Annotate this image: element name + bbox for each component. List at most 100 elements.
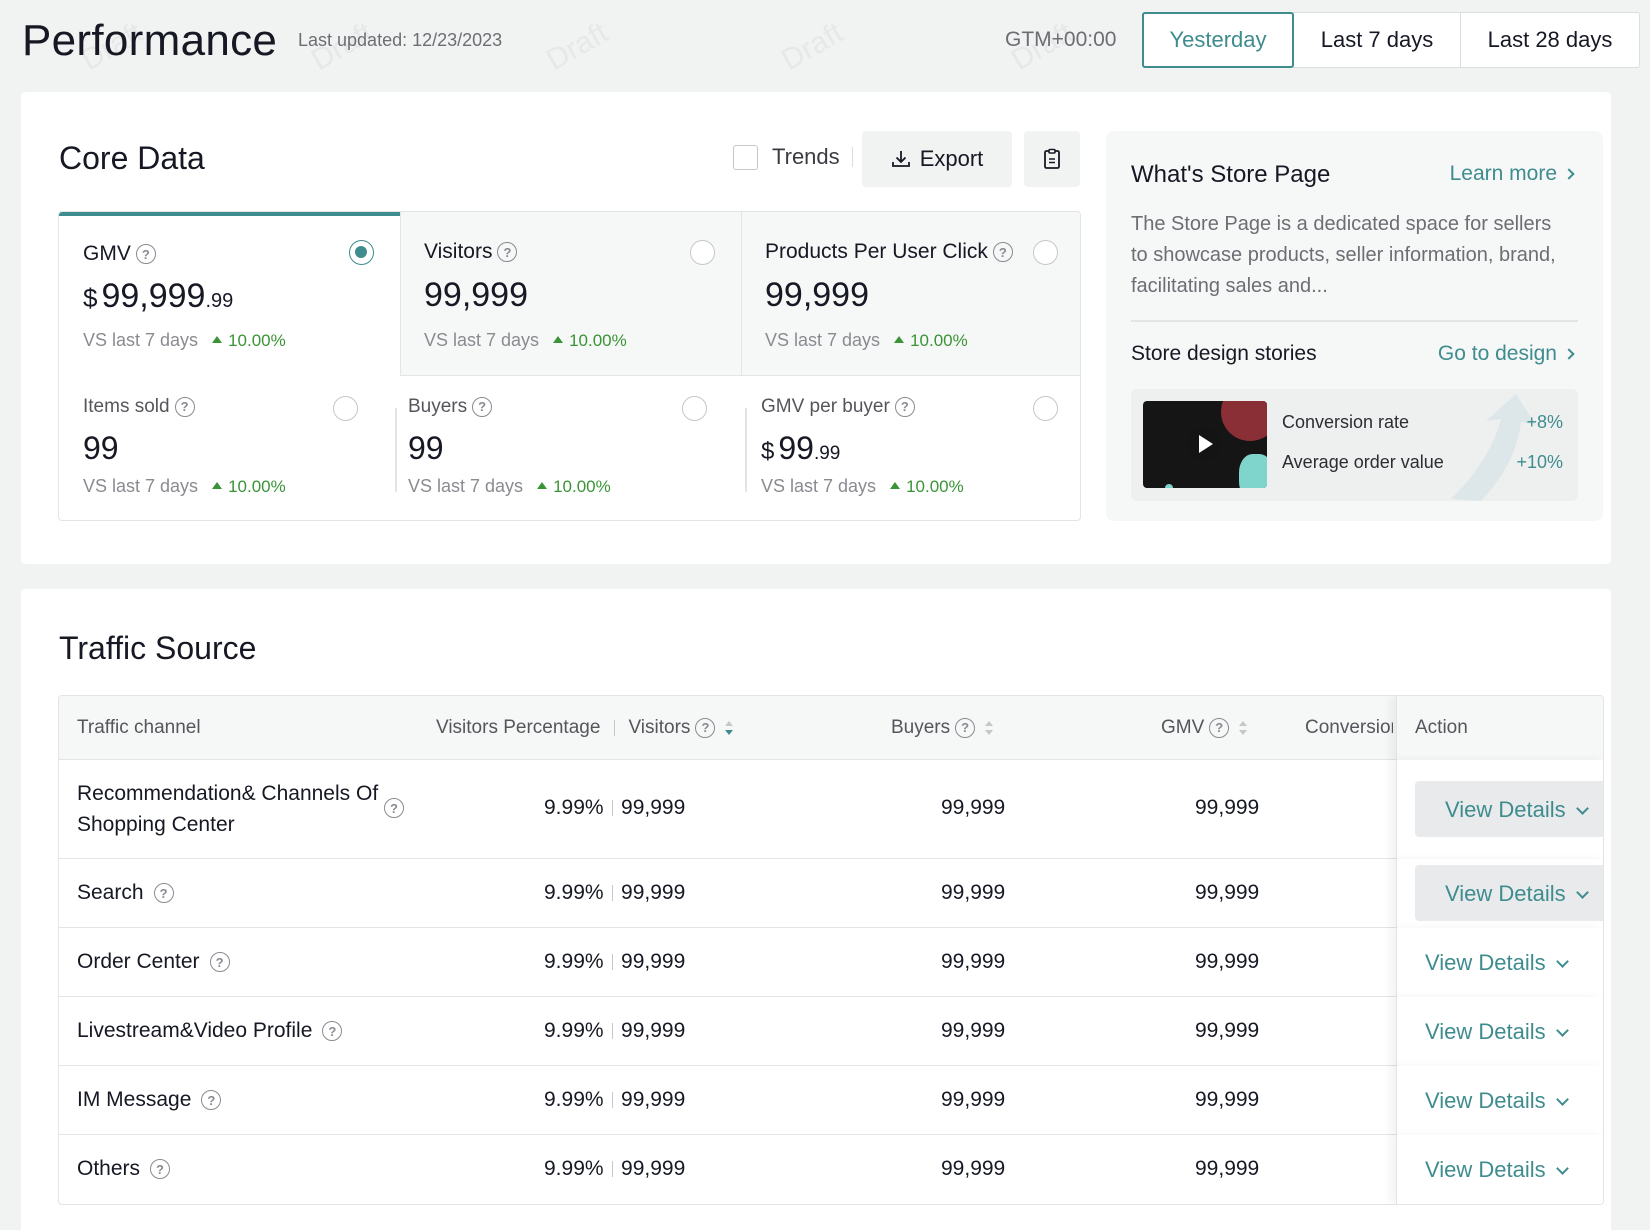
compare-label: VS last 7 days [408,476,524,496]
sort-icon[interactable] [725,720,734,736]
page-title: Performance [22,16,278,65]
view-details-button[interactable]: View Details [1415,781,1603,837]
metric-compare: VS last 7 days 10.00% [761,476,964,497]
range-tab-last-28-days[interactable]: Last 28 days [1460,12,1640,68]
metric-radio[interactable] [690,240,715,265]
arrow-up-icon [212,336,223,343]
metric-radio[interactable] [682,396,707,421]
story-card[interactable]: Conversion rate +8% Average order value … [1131,389,1578,501]
view-details-link[interactable]: View Details [1425,1157,1569,1183]
help-icon[interactable]: ? [695,717,716,738]
visitors-count: 99,999 [621,1088,686,1111]
metric-label: Products Per User Click? [765,240,1013,264]
visitors-percentage: 9.99% [544,1088,604,1111]
video-thumbnail[interactable] [1143,401,1267,488]
help-icon[interactable]: ? [153,883,174,904]
checkbox-box[interactable] [733,144,758,170]
channel-name-text: Search [77,881,144,904]
metric-radio[interactable] [1033,396,1058,421]
help-icon[interactable]: ? [201,1090,222,1111]
change-value: 10.00% [890,477,964,496]
arrow-up-icon [890,482,901,489]
help-icon[interactable]: ? [150,1159,171,1180]
visitors-cell: 9.99% 99,999 [544,796,685,820]
change-text: 10.00% [228,477,286,496]
channel-name-text: Livestream&Video Profile [77,1019,313,1042]
sort-icon[interactable] [985,720,994,736]
column-header-label: Visitors Percentage [436,717,601,738]
view-details-label: View Details [1425,950,1546,975]
help-icon[interactable]: ? [322,1021,343,1042]
metric-card-items-sold[interactable]: Items sold? 99 VS last 7 days 10.00% [59,376,400,520]
range-tab-yesterday[interactable]: Yesterday [1142,12,1294,68]
metric-card-buyers[interactable]: Buyers? 99 VS last 7 days 10.00% [400,376,741,520]
clipboard-button[interactable] [1024,131,1080,187]
help-icon[interactable]: ? [472,396,493,417]
currency-symbol: $ [83,283,98,313]
help-icon[interactable]: ? [955,717,976,738]
story-stat-label: Conversion rate [1282,412,1410,432]
metric-radio-selected[interactable] [349,240,374,265]
divider [395,408,397,492]
buyers-cell: 99,999 [941,881,1006,904]
metric-compare: VS last 7 days 10.00% [83,476,286,497]
view-details-label: View Details [1445,881,1566,906]
go-to-design-link[interactable]: Go to design [1438,342,1575,366]
metric-card-products-per-user-click[interactable]: Products Per User Click? 99,999 VS last … [741,212,1080,376]
view-details-link[interactable]: View Details [1425,950,1569,976]
metric-radio[interactable] [1033,240,1058,265]
thumbnail-shape [1221,401,1267,441]
metric-radio[interactable] [333,396,358,421]
learn-more-link[interactable]: Learn more [1450,162,1575,186]
metric-card-gmv[interactable]: GMV? $99,999.99 VS last 7 days 10.00% [59,212,400,376]
sort-icon[interactable] [1239,720,1248,736]
play-icon[interactable] [1187,427,1221,461]
help-icon[interactable]: ? [497,242,518,263]
metric-label-text: GMV [83,242,131,265]
divider [851,147,853,167]
column-header-conversion[interactable]: Conversion [1305,717,1393,739]
change-text: 10.00% [910,331,968,350]
chevron-down-icon [1555,1093,1569,1106]
metric-label-text: GMV per buyer [761,396,890,417]
divider [1131,320,1578,322]
help-icon[interactable]: ? [209,952,230,973]
column-header-buyers[interactable]: Buyers? [891,717,994,739]
buyers-cell: 99,999 [941,1157,1006,1180]
metric-card-visitors[interactable]: Visitors? 99,999 VS last 7 days 10.00% [400,212,741,376]
view-details-link[interactable]: View Details [1425,1088,1569,1114]
help-icon[interactable]: ? [384,798,404,818]
metric-label: Buyers? [408,396,493,418]
change-text: 10.00% [553,477,611,496]
export-label: Export [919,146,984,171]
column-header-action: Action [1396,696,1603,760]
traffic-source-card: Traffic Source Traffic channel Visitors … [21,589,1611,1230]
page-header: Performance Last updated: 12/23/2023 GTM… [0,0,1650,80]
help-icon[interactable]: ? [174,396,195,417]
table-row: Order Center? 9.99% 99,999 99,999 99,999 … [59,928,1603,997]
view-details-button[interactable]: View Details [1415,865,1603,921]
column-header-gmv[interactable]: GMV? [1161,717,1248,739]
store-page-panel: What's Store Page Learn more The Store P… [1106,131,1603,521]
view-details-link[interactable]: View Details [1425,1019,1569,1045]
help-icon[interactable]: ? [894,396,915,417]
column-header-visitors-percentage[interactable]: Visitors Percentage Visitors? [436,717,734,739]
export-button[interactable]: Export [862,131,1012,187]
metric-compare: VS last 7 days 10.00% [424,330,627,351]
table-row: Others? 9.99% 99,999 99,999 99,999 View D… [59,1135,1603,1204]
channel-name: Search? [77,881,174,905]
visitors-percentage: 9.99% [544,950,604,973]
help-icon[interactable]: ? [1209,717,1230,738]
metric-card-gmv-per-buyer[interactable]: GMV per buyer? $99.99 VS last 7 days 10.0… [741,376,1080,520]
trends-checkbox[interactable]: Trends [733,144,853,170]
visitors-cell: 9.99% 99,999 [544,1019,685,1043]
chevron-down-icon [1575,802,1589,815]
metric-label-text: Visitors [424,240,493,263]
channel-name: Livestream&Video Profile? [77,1019,343,1043]
thumbnail-shape [1165,484,1173,488]
chevron-down-icon [1555,1162,1569,1175]
help-icon[interactable]: ? [992,242,1013,263]
range-tab-last-7-days[interactable]: Last 7 days [1293,12,1461,68]
change-text: 10.00% [569,331,627,350]
help-icon[interactable]: ? [135,244,156,265]
